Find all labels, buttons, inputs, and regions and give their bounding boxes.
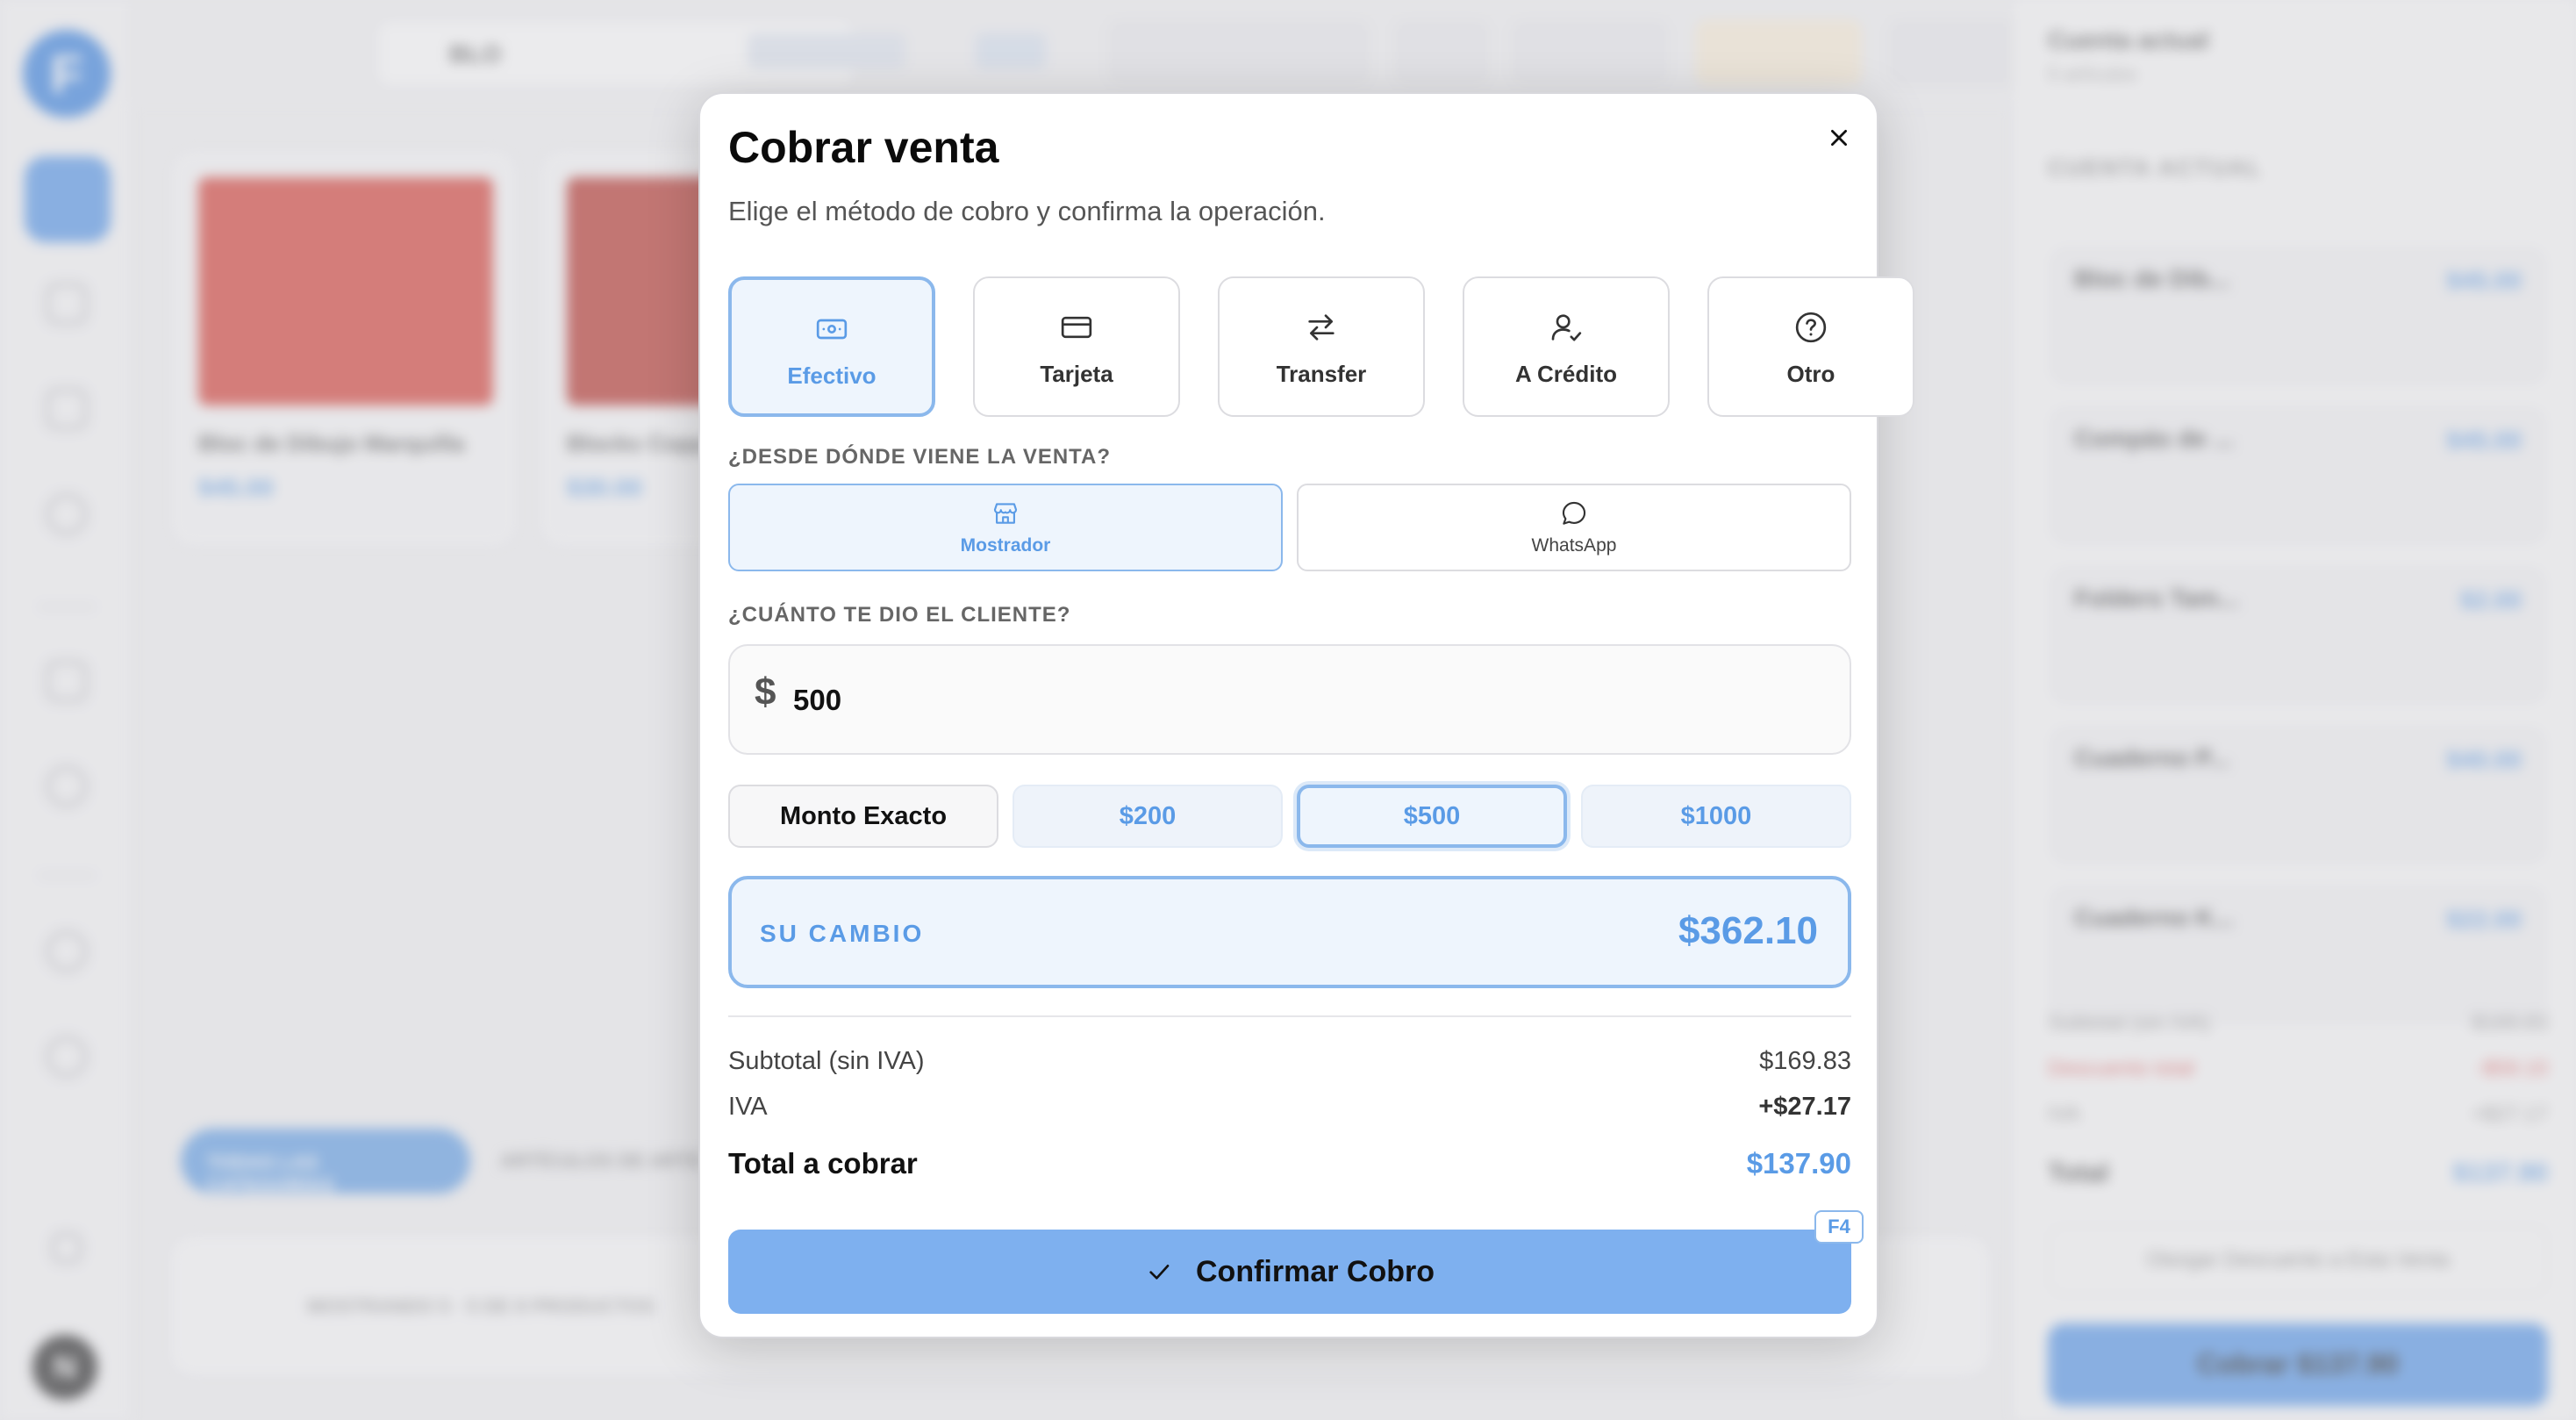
- amount-section-label: ¿CUÁNTO TE DIO EL CLIENTE?: [728, 603, 1071, 627]
- confirm-charge-button[interactable]: Confirmar Cobro F4: [728, 1210, 1864, 1314]
- iva-label: IVA: [728, 1093, 768, 1121]
- change-display: SU CAMBIO $362.10: [728, 876, 1851, 988]
- origin-section-label: ¿DESDE DÓNDE VIENE LA VENTA?: [728, 445, 1112, 469]
- subtotal-label: Subtotal (sin IVA): [728, 1047, 925, 1075]
- subtotal-value: $169.83: [1759, 1047, 1851, 1075]
- payment-method-transfer[interactable]: Transfer: [1218, 276, 1425, 417]
- amount-input[interactable]: [793, 672, 1802, 728]
- summary-divider: [728, 1015, 1851, 1017]
- quick-amount-exact[interactable]: Monto Exacto: [728, 785, 998, 848]
- total-label: Total a cobrar: [728, 1147, 918, 1180]
- store-icon: [993, 503, 1018, 524]
- chat-icon: [1562, 501, 1586, 525]
- total-value: $137.90: [1746, 1147, 1851, 1180]
- origin-label: WhatsApp: [1531, 535, 1617, 556]
- subtotal-row: Subtotal (sin IVA) $169.83: [728, 1047, 1851, 1076]
- origin-label: Mostrador: [960, 535, 1051, 556]
- payment-method-credit[interactable]: A Crédito: [1463, 276, 1670, 417]
- payment-method-label: Tarjeta: [1040, 361, 1113, 387]
- user-check-icon: [1551, 314, 1582, 341]
- payment-method-label: Transfer: [1276, 361, 1367, 387]
- check-icon: [1149, 1265, 1170, 1280]
- payment-method-label: Otro: [1786, 361, 1835, 387]
- origin-counter[interactable]: Mostrador: [728, 484, 1283, 571]
- charge-sale-modal: Cobrar venta Elige el método de cobro y …: [698, 92, 1914, 1338]
- quick-amount-500[interactable]: $500: [1297, 785, 1567, 848]
- modal-subtitle: Elige el método de cobro y confirma la o…: [728, 196, 1326, 226]
- iva-row: IVA +$27.17: [728, 1093, 1851, 1122]
- total-row: Total a cobrar $137.90: [728, 1147, 1851, 1180]
- cash-icon: [816, 319, 848, 340]
- change-value: $362.10: [1678, 909, 1818, 952]
- quick-amount-200[interactable]: $200: [1013, 785, 1283, 848]
- card-icon: [1061, 316, 1092, 339]
- confirm-charge-label: Confirmar Cobro: [1196, 1254, 1435, 1288]
- transfer-icon: [1308, 314, 1335, 341]
- payment-method-label: Efectivo: [787, 362, 877, 389]
- keyboard-shortcut-badge: F4: [1814, 1210, 1864, 1244]
- payment-methods: Efectivo Tarjeta Transfer A Crédito Otro: [728, 276, 1914, 417]
- quick-amount-1000[interactable]: $1000: [1581, 785, 1851, 848]
- payment-method-label: A Crédito: [1514, 361, 1618, 387]
- modal-title: Cobrar venta: [728, 123, 999, 172]
- payment-method-other[interactable]: Otro: [1707, 276, 1914, 417]
- amount-field[interactable]: $: [728, 644, 1851, 755]
- change-label: SU CAMBIO: [760, 920, 925, 947]
- help-circle-icon: [1795, 312, 1827, 343]
- origin-whatsapp[interactable]: WhatsApp: [1297, 484, 1851, 571]
- iva-value: +$27.17: [1758, 1093, 1851, 1121]
- currency-symbol: $: [755, 671, 776, 714]
- payment-method-cash[interactable]: Efectivo: [728, 276, 935, 417]
- payment-method-card[interactable]: Tarjeta: [973, 276, 1180, 417]
- close-button[interactable]: [1820, 118, 1858, 157]
- close-icon: [1831, 130, 1847, 146]
